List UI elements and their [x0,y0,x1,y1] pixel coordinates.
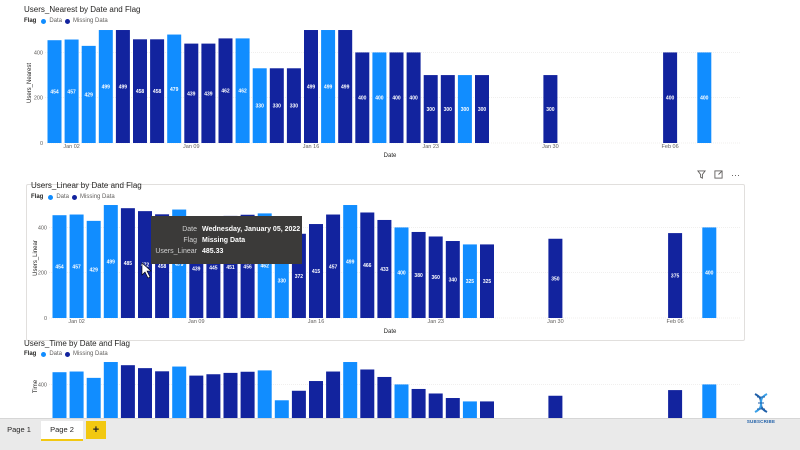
bar [103,362,118,418]
bar [445,398,460,418]
bar [668,390,683,418]
bar [462,401,477,418]
subscribe-label: SUBSCRIBE [746,419,776,424]
bar [326,371,341,418]
bar [377,376,392,418]
dna-icon [754,393,768,413]
bar [411,388,426,418]
bar [120,365,135,418]
add-page-button[interactable]: + [86,421,106,439]
page-tab-bar [0,418,800,450]
bar [206,374,221,418]
bar [155,371,170,418]
bar [86,377,101,418]
bar [189,375,204,418]
bar [360,369,375,418]
bar [69,371,84,418]
bar [240,371,255,418]
bar [172,366,187,418]
bar [428,393,443,418]
bar [138,368,152,418]
bar [291,390,306,418]
y-tick-label: 400 [38,382,47,388]
bar [394,384,409,418]
chart-users-time[interactable]: 400Time [0,0,800,418]
bar [223,372,238,418]
bar [257,370,272,418]
y-axis-label: Time [33,379,39,393]
bar [548,395,563,418]
bar [343,362,358,418]
bar [309,381,323,418]
bar [274,400,289,418]
bar [52,372,67,418]
bar [702,384,717,418]
tab-page-1[interactable]: Page 1 [0,421,38,439]
bar [480,401,494,418]
tab-page-2[interactable]: Page 2 [41,421,83,441]
subscribe-watermark[interactable]: SUBSCRIBE [739,392,783,426]
